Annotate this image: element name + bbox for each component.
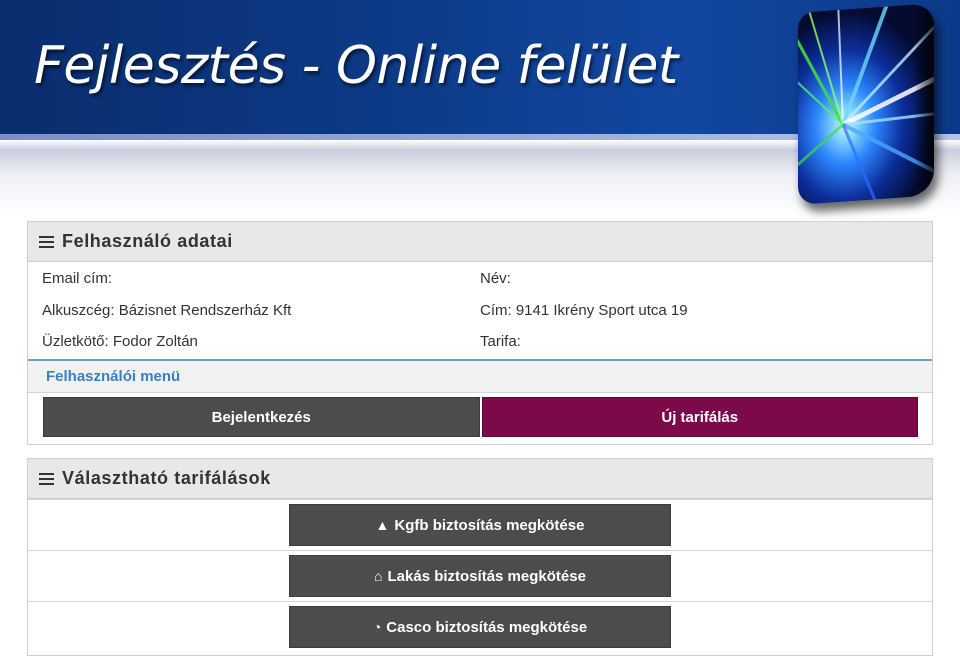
menu-icon <box>39 235 54 248</box>
kgfb-insurance-label: Kgfb biztosítás megkötése <box>394 516 585 534</box>
tariff-row: ◔ Casco biztosítás megkötése <box>28 601 932 652</box>
tariff-row: ▲ Kgfb biztosítás megkötése <box>28 499 932 550</box>
agent-name: Üzletkötő: Fodor Zoltán <box>42 333 198 350</box>
email-label: Email cím: <box>42 270 113 287</box>
name-label: Név: <box>480 270 511 287</box>
decorative-cube-image <box>798 3 934 205</box>
broker-company: Alkuszcég: Bázisnet Rendszerház Kft <box>42 302 292 319</box>
user-menu-buttons: Bejelentkezés Új tarifálás <box>28 393 932 443</box>
home-insurance-button[interactable]: ⌂ Lakás biztosítás megkötése <box>289 555 671 597</box>
tariff-label: Tarifa: <box>480 333 521 350</box>
dashboard-icon: ◔ <box>372 619 382 635</box>
casco-insurance-button[interactable]: ◔ Casco biztosítás megkötése <box>289 606 671 648</box>
road-icon: ▲ <box>375 517 390 533</box>
slide-title: Fejlesztés - Online felület <box>34 36 678 96</box>
user-menu-title: Felhasználói menü <box>46 368 181 385</box>
cube-shadow-edge <box>914 3 934 197</box>
tariff-panel-header: Választható tarifálások <box>28 459 932 499</box>
new-tariff-button[interactable]: Új tarifálás <box>481 397 918 437</box>
user-panel-title: Felhasználó adatai <box>62 231 233 251</box>
address: Cím: 9141 Ikrény Sport utca 19 <box>480 302 688 319</box>
user-data-panel: Felhasználó adatai Email cím: Név: Alkus… <box>27 221 933 445</box>
user-menu-header: Felhasználói menü <box>28 359 932 393</box>
user-panel-header: Felhasználó adatai <box>28 222 932 262</box>
tariff-options-panel: Választható tarifálások ▲ Kgfb biztosítá… <box>27 458 933 656</box>
tariff-panel-title: Választható tarifálások <box>62 468 271 488</box>
user-info-grid: Email cím: Név: Alkuszcég: Bázisnet Rend… <box>28 262 932 359</box>
home-icon: ⌂ <box>374 568 383 584</box>
tariff-row: ⌂ Lakás biztosítás megkötése <box>28 550 932 601</box>
casco-insurance-label: Casco biztosítás megkötése <box>386 618 588 636</box>
login-button[interactable]: Bejelentkezés <box>43 397 480 437</box>
kgfb-insurance-button[interactable]: ▲ Kgfb biztosítás megkötése <box>289 504 671 546</box>
menu-icon <box>39 472 54 485</box>
home-insurance-label: Lakás biztosítás megkötése <box>387 567 586 585</box>
